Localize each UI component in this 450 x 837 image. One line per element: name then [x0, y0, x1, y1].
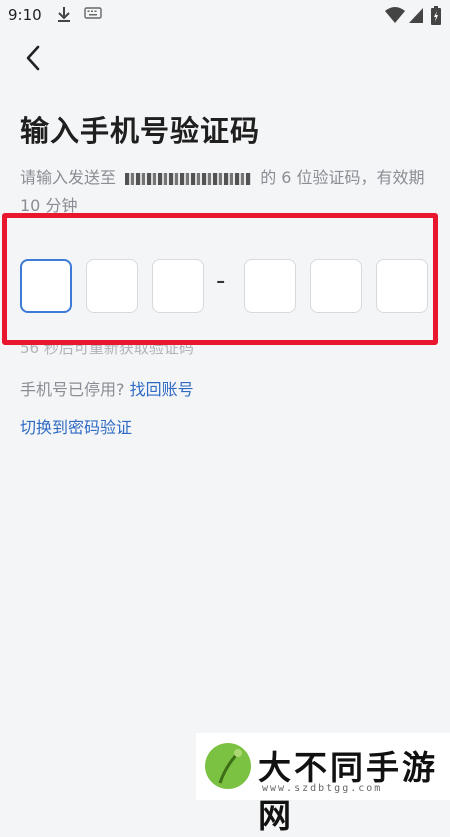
signal-icon — [409, 8, 423, 23]
leaf-logo-icon — [205, 743, 251, 789]
status-time: 9:10 — [8, 6, 42, 24]
phone-stopped-label: 手机号已停用? — [20, 380, 125, 399]
phone-stopped-row: 手机号已停用? 找回账号 — [20, 376, 194, 400]
back-button[interactable] — [16, 40, 52, 76]
chevron-left-icon — [26, 45, 40, 71]
download-icon — [58, 7, 70, 22]
description-prefix: 请输入发送至 — [20, 168, 117, 187]
sms-description: 请输入发送至 的 6 位验证码，有效期 10 分钟 — [20, 164, 430, 220]
wifi-icon — [385, 7, 405, 23]
masked-phone-number — [125, 172, 252, 185]
watermark-url: www.szdbtgg.com — [262, 783, 383, 794]
status-bar: 9:10 — [0, 0, 450, 32]
annotation-highlight-box — [2, 213, 438, 345]
keyboard-icon — [84, 7, 102, 19]
recover-account-link[interactable]: 找回账号 — [130, 380, 194, 399]
site-watermark: 大不同手游网 www.szdbtgg.com — [196, 733, 450, 835]
page-title: 输入手机号验证码 — [20, 114, 261, 148]
switch-to-password-link[interactable]: 切换到密码验证 — [20, 414, 132, 438]
battery-icon — [431, 6, 441, 25]
